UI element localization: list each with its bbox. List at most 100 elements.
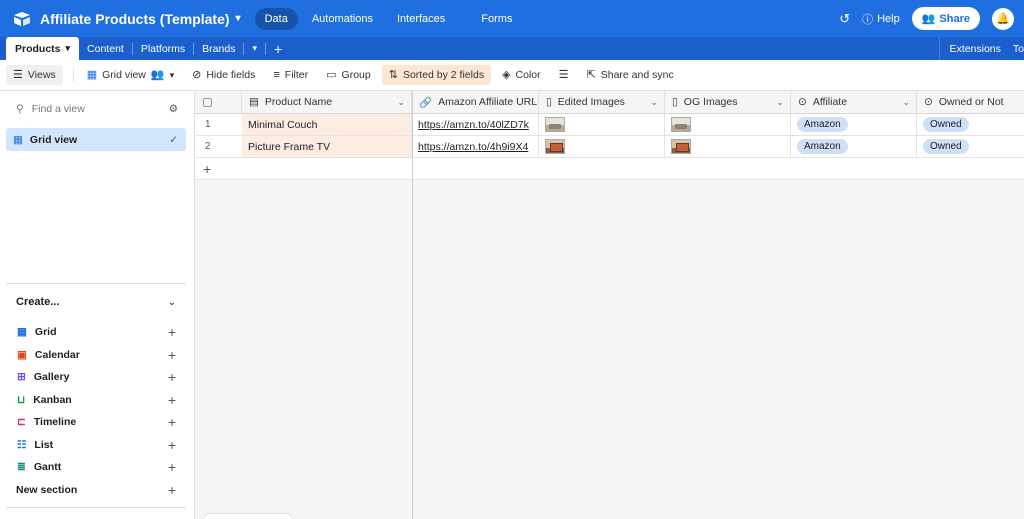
create-timeline-label: Timeline [33,416,77,429]
filter-button[interactable]: ≡ Filter [266,65,315,85]
affiliate-url-link[interactable]: https://amzn.to/40lZD7k [418,119,529,131]
color-label: Color [515,69,541,81]
owned-cell[interactable]: Owned [917,136,1024,157]
tv-thumbnail-image[interactable] [671,139,691,154]
create-grid[interactable]: ▦ Grid + [6,321,186,344]
affiliate-pill: Amazon [797,117,848,132]
nav-interfaces[interactable]: Interfaces [387,8,455,30]
owned-cell[interactable]: Owned [917,114,1024,135]
chevron-down-icon[interactable]: ⌄ [650,97,658,108]
create-gantt[interactable]: ≣ Gantt + [6,456,186,479]
column-label: Edited Images [557,96,625,108]
chevron-down-icon[interactable]: ⌄ [902,97,910,108]
grid-icon: ▦ [86,68,98,81]
gear-icon[interactable]: ⚙ [169,103,178,115]
affiliate-url-cell[interactable]: https://amzn.to/40lZD7k [412,114,539,135]
product-name-cell[interactable]: Picture Frame TV [242,136,412,157]
nav-forms[interactable]: Forms [471,8,522,30]
create-label: Create... [16,296,60,308]
select-all-checkbox-cell[interactable] [195,91,242,113]
filter-icon: ≡ [273,68,280,81]
color-button[interactable]: ◈ Color [495,65,548,85]
add-record-button[interactable]: + [195,158,412,180]
chevron-down-icon[interactable]: ⌄ [776,97,784,108]
create-list[interactable]: ☷ List + [6,434,186,457]
column-header-affiliate-url[interactable]: 🔗 Amazon Affiliate URL [412,91,539,113]
find-view-placeholder: Find a view [31,103,85,115]
plus-icon: + [203,160,212,177]
summary-bar[interactable] [203,513,293,519]
create-section-header[interactable]: Create... ⌄ [6,296,186,308]
airtable-logo-icon[interactable] [11,8,33,30]
history-icon[interactable]: ↺ [839,11,850,27]
share-sync-button[interactable]: ⇱ Share and sync [580,65,681,85]
nav-automations[interactable]: Automations [302,8,383,30]
row-height-button[interactable]: ☰ [552,66,576,85]
share-button[interactable]: 👥 Share [911,7,980,30]
create-new-section[interactable]: New section + [6,479,186,502]
affiliate-url-link[interactable]: https://amzn.to/4h9i9X4 [418,141,528,153]
hamburger-icon: ☰ [13,68,23,81]
plus-icon: + [167,459,176,476]
nav-data[interactable]: Data [254,7,298,30]
divider [6,507,186,508]
create-kanban[interactable]: ⊔ Kanban + [6,389,186,412]
tab-platforms[interactable]: Platforms [133,37,193,60]
extensions-button[interactable]: Extensions [939,37,1011,60]
hide-fields-button[interactable]: ⊘ Hide fields [185,65,262,85]
sidebar-item-grid-view[interactable]: ▦ Grid view ✓ [6,128,186,151]
column-header-og-images[interactable]: ▯ OG Images ⌄ [665,91,791,113]
table-row[interactable]: 2 Picture Frame TV https://amzn.to/4h9i9… [195,136,1024,158]
timeline-icon: ⊏ [17,416,26,429]
tv-thumbnail-image[interactable] [545,139,565,154]
view-switcher-button[interactable]: ▦ Grid view 👥 ▾ [80,65,181,85]
calendar-icon: ▣ [17,348,27,361]
edited-images-cell[interactable] [539,114,665,135]
tools-button[interactable]: To [1010,37,1024,60]
notification-bell-icon[interactable]: 🔔 [992,7,1014,30]
add-table-plus-icon[interactable]: + [266,37,290,60]
people-icon: 👥 [921,13,936,25]
column-header-edited-images[interactable]: ▯ Edited Images ⌄ [539,91,665,113]
create-calendar[interactable]: ▣ Calendar + [6,344,186,367]
tab-products[interactable]: Products ▾ [6,37,80,60]
column-header-product-name[interactable]: ▤ Product Name ⌄ [242,91,412,113]
chevron-down-icon: ▾ [169,69,175,80]
help-icon: ⓘ [862,13,874,26]
create-timeline[interactable]: ⊏ Timeline + [6,411,186,434]
row-height-icon: ☰ [558,68,569,81]
edited-images-cell[interactable] [539,136,665,157]
og-images-cell[interactable] [665,114,791,135]
affiliate-cell[interactable]: Amazon [791,136,917,157]
search-icon: ⚲ [16,103,24,115]
base-title[interactable]: Affiliate Products (Template) ▾ [40,11,241,27]
column-header-affiliate[interactable]: ⊙ Affiliate ⌄ [791,91,917,113]
couch-thumbnail-image[interactable] [671,117,691,132]
checkmark-icon: ✓ [169,133,178,146]
affiliate-url-cell[interactable]: https://amzn.to/4h9i9X4 [412,136,539,157]
og-images-cell[interactable] [665,136,791,157]
tab-content[interactable]: Content [79,37,132,60]
checkbox[interactable] [203,97,212,107]
create-gallery[interactable]: ⊞ Gallery + [6,366,186,389]
table-row[interactable]: 1 Minimal Couch https://amzn.to/40lZD7k … [195,114,1024,136]
chevron-down-icon[interactable]: ⌄ [397,97,405,108]
product-name-cell[interactable]: Minimal Couch [242,114,412,135]
tab-brands[interactable]: Brands [194,37,243,60]
more-tables-chevron-icon[interactable]: ▾ [244,37,265,60]
find-view-search[interactable]: ⚲ Find a view ⚙ [0,91,194,115]
chevron-down-icon[interactable]: ▾ [66,43,71,54]
create-gallery-label: Gallery [33,371,70,384]
affiliate-cell[interactable]: Amazon [791,114,917,135]
eye-off-icon: ⊘ [192,68,202,81]
couch-thumbnail-image[interactable] [545,117,565,132]
group-button[interactable]: ▭ Group [319,65,378,85]
divider [72,68,74,82]
help-button[interactable]: ⓘ Help [862,11,900,27]
column-header-owned-or-not[interactable]: ⊙ Owned or Not [917,91,1024,113]
views-toggle-button[interactable]: ☰ Views [6,65,63,85]
row-number: 2 [205,141,211,152]
sort-button[interactable]: ⇅ Sorted by 2 fields [381,65,492,85]
empty-grid-area [195,180,412,519]
top-nav: Data Automations Interfaces Forms [254,7,523,30]
